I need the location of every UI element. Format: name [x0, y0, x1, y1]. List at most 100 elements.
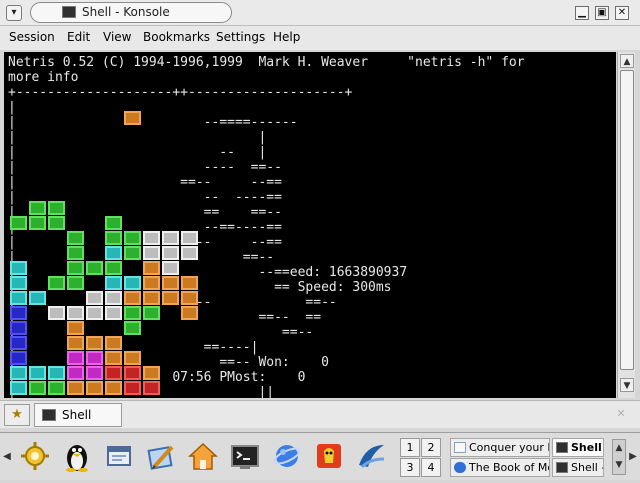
- desktop-2-button[interactable]: 2: [421, 438, 441, 457]
- tetris-block: [105, 231, 122, 245]
- tetris-block: [181, 231, 198, 245]
- home-icon[interactable]: [184, 439, 222, 475]
- panel-hide-right-icon[interactable]: ▶: [628, 449, 638, 465]
- tetris-block: [48, 381, 65, 395]
- task-label: Conquer your D: [469, 441, 550, 454]
- menu-bookmarks[interactable]: Bookmarks: [143, 30, 210, 44]
- desktop-3-button[interactable]: 3: [400, 458, 420, 477]
- scroll-down-button[interactable]: ▼: [620, 378, 634, 392]
- tetris-block: [105, 306, 122, 320]
- board-row: ---- ==--: [8, 160, 282, 175]
- tetris-block: [48, 201, 65, 215]
- tetris-block: [162, 276, 179, 290]
- board-left-border: |: [8, 160, 16, 175]
- game-icon[interactable]: [310, 439, 348, 475]
- menu-edit[interactable]: Edit: [67, 30, 90, 44]
- tetris-block: [10, 366, 27, 380]
- tetris-block: [124, 381, 141, 395]
- tetris-block: [181, 306, 198, 320]
- menu-session[interactable]: Session: [9, 30, 55, 44]
- new-session-button[interactable]: ★: [4, 404, 30, 426]
- task-button-active[interactable]: Shell -: [552, 438, 604, 457]
- tetris-block: [124, 351, 141, 365]
- terminal-header-line: Netris 0.52 (C) 1994-1996,1999 Mark H. W…: [8, 55, 525, 70]
- panel-hide-left-icon[interactable]: ◀: [2, 449, 12, 465]
- terminal-icon[interactable]: [226, 439, 264, 475]
- tetris-block: [124, 366, 141, 380]
- task-button[interactable]: The Book of Mo: [450, 458, 550, 477]
- browser-globe-icon: [454, 462, 466, 473]
- tetris-block: [86, 291, 103, 305]
- board-row: ==-- --==: [8, 175, 282, 190]
- window-title: Shell - Konsole: [82, 5, 170, 19]
- browser-icon[interactable]: [268, 439, 306, 475]
- tetris-block: [143, 261, 160, 275]
- board-top-border: +--------------------++-----------------…: [8, 85, 353, 100]
- menu-help[interactable]: Help: [273, 30, 300, 44]
- scroll-thumb[interactable]: [620, 70, 634, 370]
- tetris-block: [48, 216, 65, 230]
- tetris-block: [143, 291, 160, 305]
- task-button[interactable]: Shell -: [552, 458, 604, 477]
- task-button[interactable]: Conquer your D: [450, 438, 550, 457]
- board-row: == Speed: 300ms: [8, 280, 392, 295]
- desktop-4-button[interactable]: 4: [421, 458, 441, 477]
- close-button[interactable]: ✕: [615, 6, 629, 20]
- konsole-icon: [556, 442, 568, 453]
- tetris-block: [124, 321, 141, 335]
- konsole-icon: [556, 462, 568, 473]
- kde-menu-icon[interactable]: [16, 439, 54, 475]
- minimize-button[interactable]: ▁: [575, 6, 589, 20]
- tetris-block: [105, 336, 122, 350]
- document-icon: [454, 442, 466, 453]
- penguin-icon[interactable]: [58, 439, 96, 475]
- tetris-block: [105, 216, 122, 230]
- menu-settings[interactable]: Settings: [216, 30, 265, 44]
- tetris-block: [29, 291, 46, 305]
- tetris-block: [48, 366, 65, 380]
- terminal-header-line: more info: [8, 70, 79, 85]
- tetris-block: [143, 306, 160, 320]
- tetris-block: [86, 366, 103, 380]
- tetris-block: [124, 276, 141, 290]
- board-row: -- |: [8, 145, 267, 160]
- tetris-block: [124, 246, 141, 260]
- tab-label: Shell: [62, 408, 92, 422]
- tetris-block: [10, 351, 27, 365]
- tetris-block: [105, 246, 122, 260]
- terminal-view[interactable]: Netris 0.52 (C) 1994-1996,1999 Mark H. W…: [4, 52, 616, 398]
- maximize-button[interactable]: ▣: [595, 6, 609, 20]
- terminal-scrollbar[interactable]: ▲ ▼: [617, 52, 635, 398]
- chevron-up-icon: ▲: [615, 443, 623, 453]
- scroll-up-button[interactable]: ▲: [620, 54, 634, 68]
- tetris-block: [105, 291, 122, 305]
- close-session-button[interactable]: ✕: [612, 407, 630, 423]
- tetris-block: [162, 261, 179, 275]
- office-icon[interactable]: [352, 439, 390, 475]
- board-row: |: [8, 130, 267, 145]
- window-list-icon[interactable]: [100, 439, 138, 475]
- tetris-block: [10, 381, 27, 395]
- tetris-block: [29, 381, 46, 395]
- tab-shell[interactable]: Shell: [34, 403, 122, 427]
- tetris-block: [10, 321, 27, 335]
- menu-view[interactable]: View: [103, 30, 131, 44]
- tetris-block: [86, 381, 103, 395]
- tetris-block: [86, 351, 103, 365]
- edit-icon[interactable]: [142, 439, 180, 475]
- task-label: Shell -: [571, 441, 603, 454]
- konsole-icon: [42, 409, 56, 421]
- window-menu-button[interactable]: ▾: [6, 5, 22, 21]
- tetris-block: [10, 306, 27, 320]
- board-row: ==--: [8, 325, 314, 340]
- tetris-block: [67, 336, 84, 350]
- taskbar-scroll[interactable]: ▲ ▼: [612, 439, 626, 475]
- task-label: The Book of Mo: [469, 461, 550, 474]
- tetris-block: [105, 366, 122, 380]
- tetris-block: [86, 261, 103, 275]
- desktop-1-button[interactable]: 1: [400, 438, 420, 457]
- tetris-block: [67, 231, 84, 245]
- taskbar-panel: ◀ 1 2 3 4 Conquer your D Shell - The Boo…: [0, 432, 640, 480]
- tetris-block: [10, 261, 27, 275]
- tetris-block: [10, 216, 27, 230]
